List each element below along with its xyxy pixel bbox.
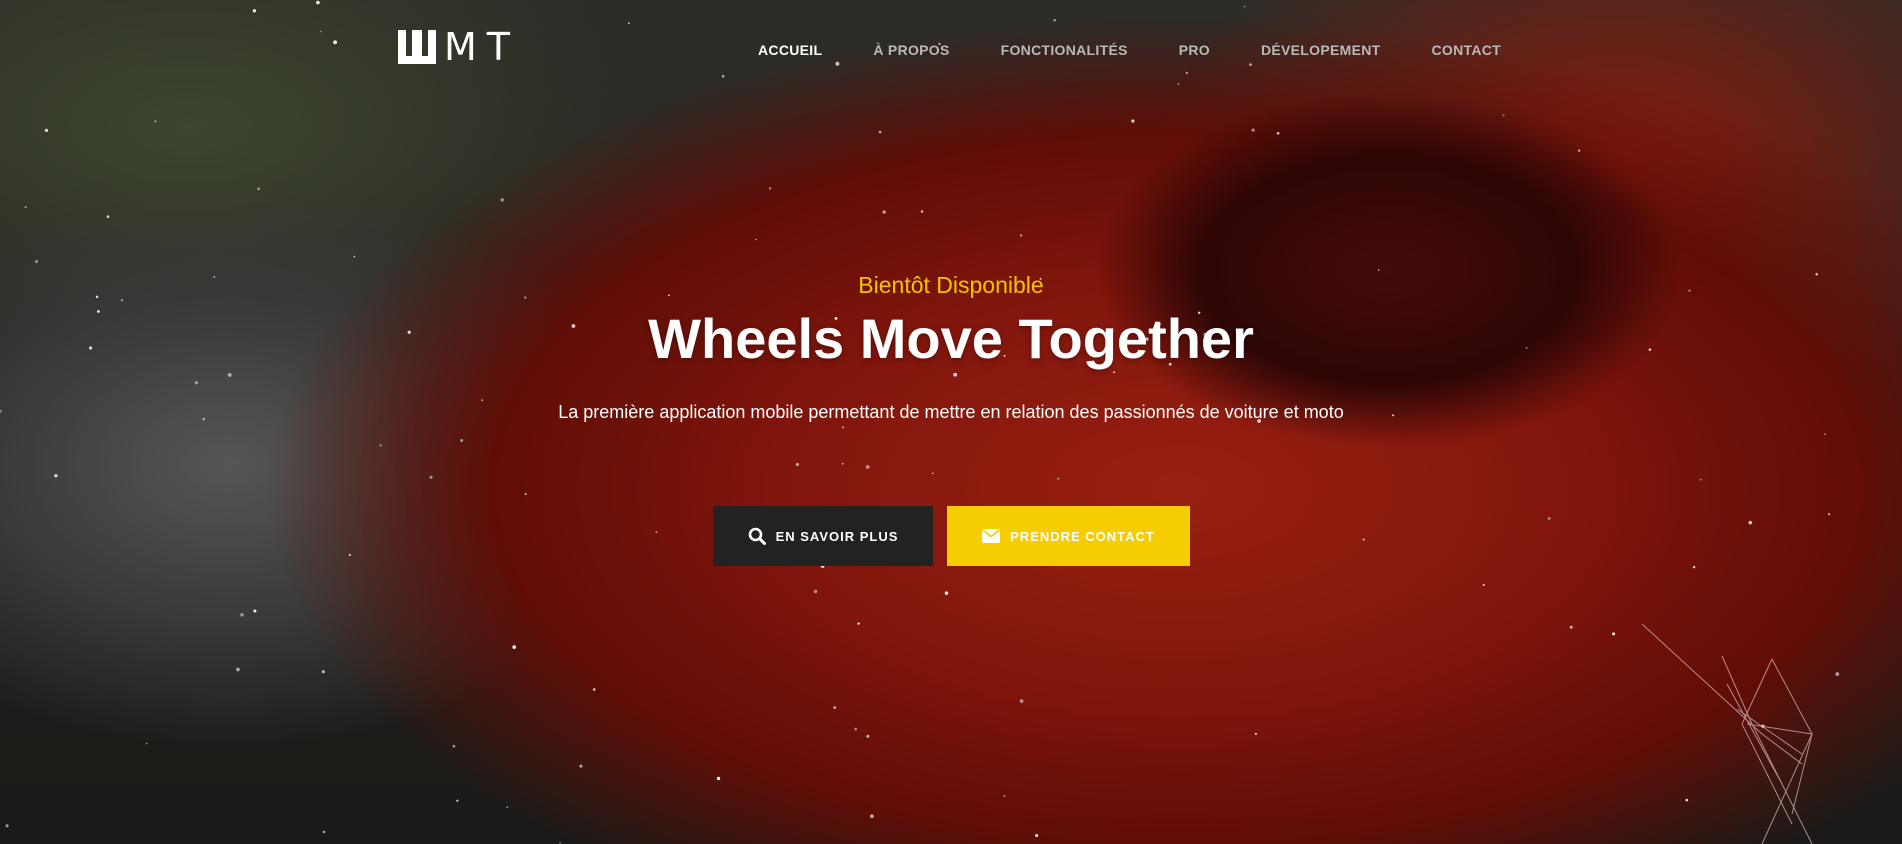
w-logo-icon xyxy=(398,30,436,64)
nav-item-developement[interactable]: DÉVELOPEMENT xyxy=(1261,42,1381,58)
hero-section: MT ACCUEIL À PROPOS FONCTIONALITÉS PRO D… xyxy=(0,0,1902,844)
contact-button[interactable]: PRENDRE CONTACT xyxy=(947,506,1190,566)
logo[interactable]: MT xyxy=(396,28,520,66)
learn-more-label: EN SAVOIR PLUS xyxy=(775,528,899,544)
nav-item-pro[interactable]: PRO xyxy=(1179,42,1210,58)
search-icon xyxy=(748,527,766,545)
nav-item-a-propos[interactable]: À PROPOS xyxy=(873,42,949,58)
hero-tagline: Bientôt Disponible xyxy=(858,272,1044,298)
main-navigation: ACCUEIL À PROPOS FONCTIONALITÉS PRO DÉVE… xyxy=(758,42,1501,58)
learn-more-button[interactable]: EN SAVOIR PLUS xyxy=(713,506,933,566)
hero-description: La première application mobile permettan… xyxy=(558,402,1344,422)
nav-item-contact[interactable]: CONTACT xyxy=(1432,42,1502,58)
logo-text: MT xyxy=(444,25,520,69)
nav-item-accueil[interactable]: ACCUEIL xyxy=(758,42,822,58)
contact-label: PRENDRE CONTACT xyxy=(1010,528,1155,544)
envelope-icon xyxy=(982,529,1001,543)
nav-item-fonctionalites[interactable]: FONCTIONALITÉS xyxy=(1001,42,1128,58)
hero-headline: Wheels Move Together xyxy=(648,307,1254,370)
